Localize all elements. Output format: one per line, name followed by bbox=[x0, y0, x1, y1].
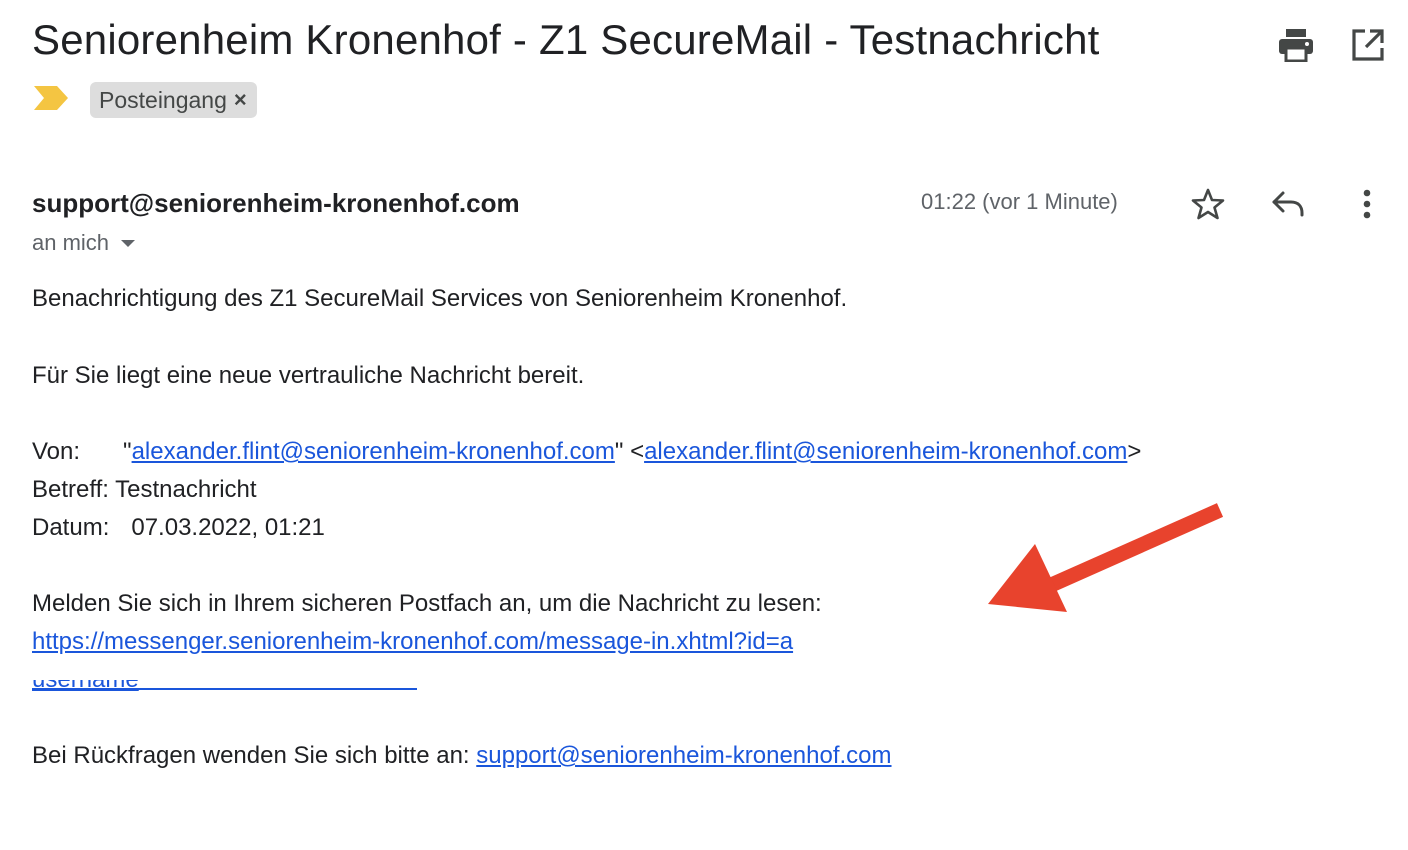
contact-text: Bei Rückfragen wenden Sie sich bitte an: bbox=[32, 742, 470, 769]
open-in-new-window-icon[interactable] bbox=[1349, 26, 1387, 64]
header-von-line: Von: "alexander.flint@seniorenheim-kronen… bbox=[32, 438, 1141, 466]
label-chip-posteingang[interactable]: Posteingang × bbox=[90, 82, 257, 118]
support-email-link[interactable]: support@seniorenheim-kronenhof.com bbox=[476, 742, 891, 769]
von-mid: " < bbox=[614, 438, 645, 465]
von-email-link-1[interactable]: alexander.flint@seniorenheim-kronenhof.c… bbox=[132, 438, 615, 465]
von-quote-open: " bbox=[123, 438, 132, 465]
recipient-details-toggle[interactable]: an mich bbox=[32, 230, 136, 256]
von-email-link-2[interactable]: alexander.flint@seniorenheim-kronenhof.c… bbox=[644, 438, 1127, 465]
von-close: > bbox=[1127, 438, 1142, 465]
secure-message-link[interactable]: https://messenger.seniorenheim-kronenhof… bbox=[32, 628, 793, 655]
header-datum-line: Datum: 07.03.2022, 01:21 bbox=[32, 514, 325, 542]
print-icon[interactable] bbox=[1277, 26, 1315, 64]
email-subject: Seniorenheim Kronenhof - Z1 SecureMail -… bbox=[32, 16, 1100, 63]
body-line-login-instruction: Melden Sie sich in Ihrem sicheren Postfa… bbox=[32, 590, 822, 617]
header-betreff-line: Betreff: Testnachricht bbox=[32, 476, 257, 503]
label-row: Posteingang × bbox=[34, 82, 257, 118]
recipient-text: an mich bbox=[32, 230, 110, 255]
body-line-notification: Benachrichtigung des Z1 SecureMail Servi… bbox=[32, 285, 848, 312]
link-underline bbox=[32, 688, 417, 690]
datum-value: 07.03.2022, 01:21 bbox=[131, 514, 325, 541]
remove-label-icon[interactable]: × bbox=[234, 87, 247, 113]
label-chip-text: Posteingang bbox=[99, 86, 227, 113]
reply-icon[interactable] bbox=[1268, 184, 1308, 224]
redaction-overlay bbox=[870, 640, 1160, 662]
chevron-down-icon[interactable] bbox=[121, 239, 136, 247]
body-line-contact: Bei Rückfragen wenden Sie sich bitte an:… bbox=[32, 742, 892, 770]
redaction-overlay bbox=[30, 662, 440, 680]
body-line-new-message: Für Sie liegt eine neue vertrauliche Nac… bbox=[32, 362, 585, 389]
more-vert-icon[interactable] bbox=[1347, 184, 1387, 224]
star-icon[interactable] bbox=[1188, 184, 1228, 224]
secure-message-link-line-1[interactable]: https://messenger.seniorenheim-kronenhof… bbox=[32, 628, 793, 656]
von-label: Von: bbox=[32, 438, 81, 465]
important-marker-icon[interactable] bbox=[34, 85, 68, 115]
datum-label: Datum: bbox=[32, 514, 110, 541]
sender-address: support@seniorenheim-kronenhof.com bbox=[32, 188, 520, 218]
email-timestamp: 01:22 (vor 1 Minute) bbox=[921, 189, 1118, 214]
annotation-arrow bbox=[988, 503, 1224, 612]
